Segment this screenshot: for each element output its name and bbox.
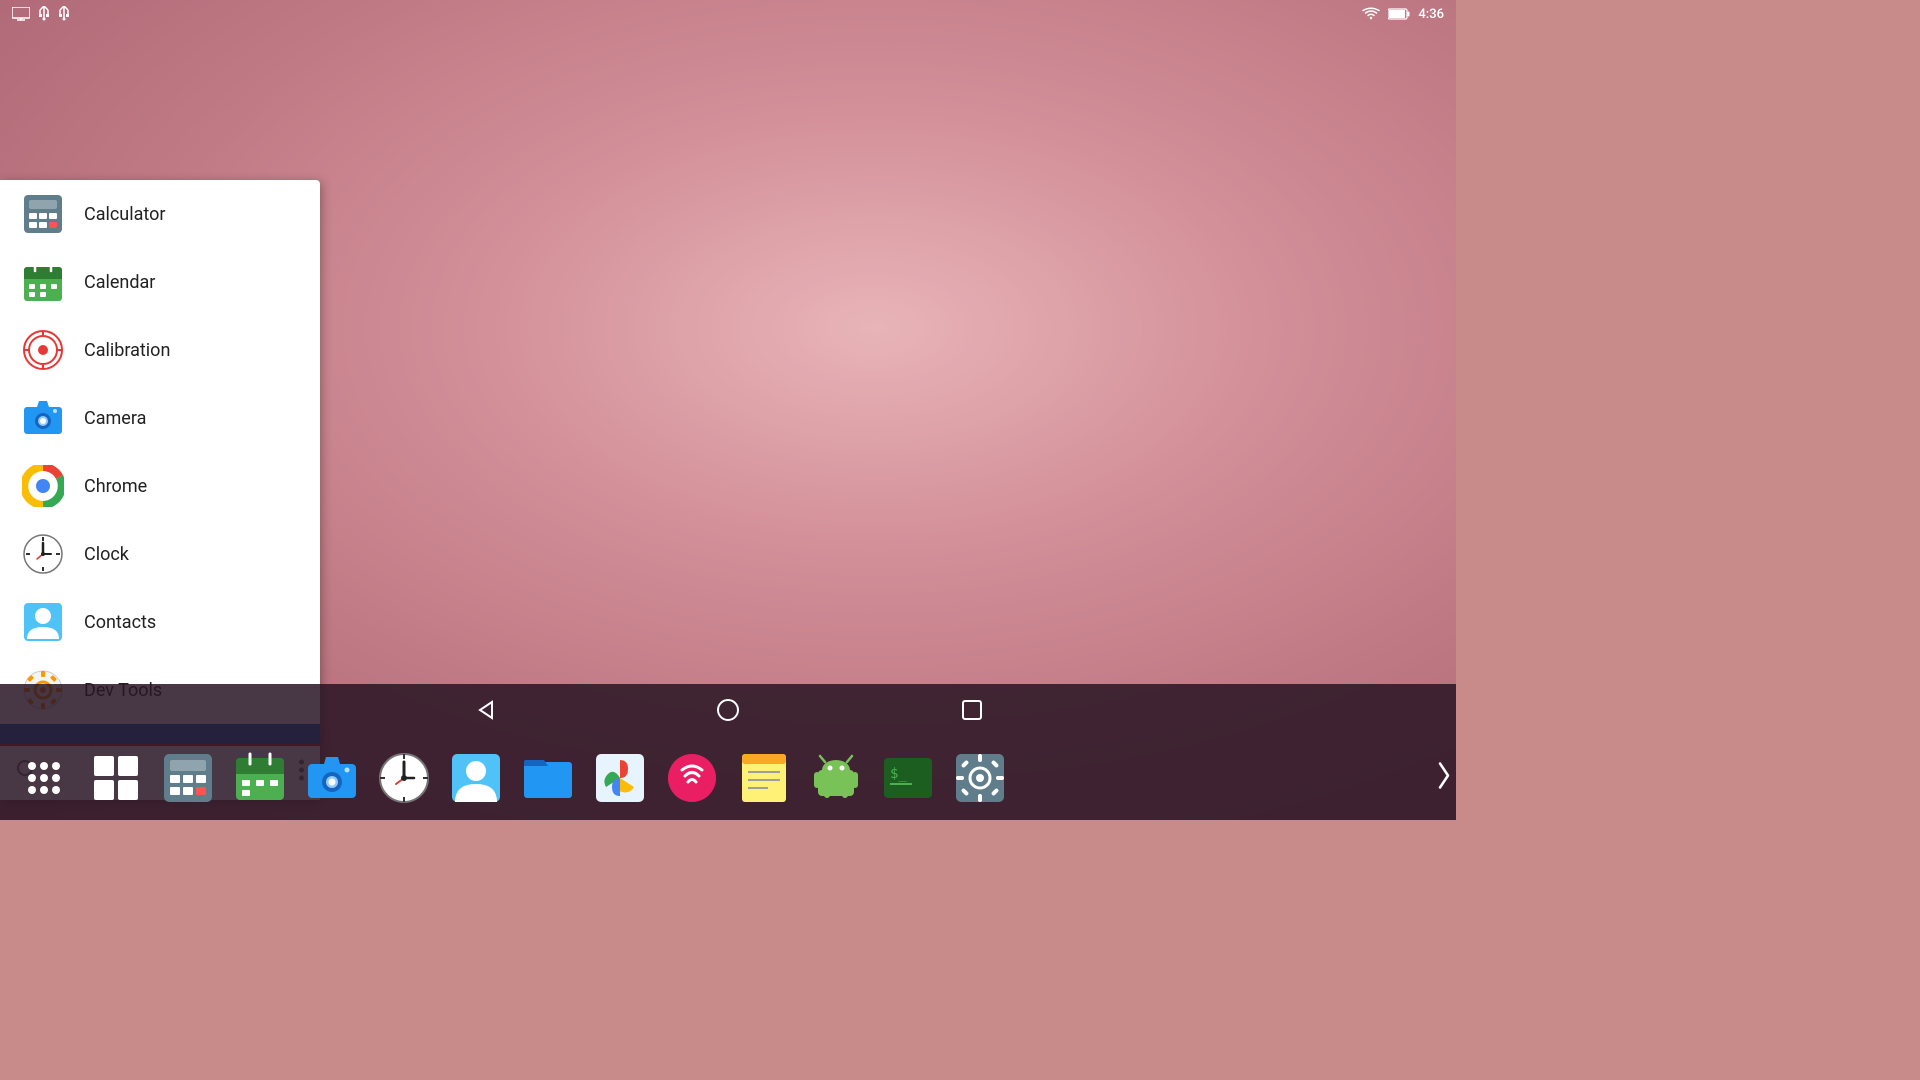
taskbar-music-icon [666,752,718,804]
chrome-label: Chrome [84,476,147,497]
status-bar-left [12,6,70,22]
calibration-icon-wrapper [20,327,66,373]
taskbar-photos[interactable] [584,742,656,814]
calculator-icon-wrapper [20,191,66,237]
taskbar-contacts-icon [450,752,502,804]
app-list-item-chrome[interactable]: Chrome [0,452,320,520]
calculator-icon [22,193,64,235]
calibration-icon [22,329,64,371]
usb-icon-1 [38,6,50,22]
taskbar-terminal-icon: $_ [882,752,934,804]
camera-icon [22,397,64,439]
chrome-icon-wrapper [20,463,66,509]
taskbar-settings-icon [954,752,1006,804]
clock-icon-wrapper [20,531,66,577]
battery-icon [1388,8,1410,20]
recents-button[interactable] [950,688,994,732]
clock-label: Clock [84,544,129,565]
calendar-icon [22,261,64,303]
taskbar-files-icon [522,752,574,804]
app-list-items: Calculator Calendar [0,180,320,744]
taskbar-notes[interactable] [728,742,800,814]
taskbar-calendar[interactable] [224,742,296,814]
back-button[interactable] [462,688,506,732]
taskbar-android[interactable] [800,742,872,814]
taskbar-grid-view[interactable] [80,742,152,814]
app-list-item-contacts[interactable]: Contacts [0,588,320,656]
nav-bar [0,684,1456,736]
app-list-item-calculator[interactable]: Calculator [0,180,320,248]
app-list-item-camera[interactable]: Camera [0,384,320,452]
taskbar: $_ [0,736,1456,820]
taskbar-photos-icon [594,752,646,804]
contacts-icon-wrapper [20,599,66,645]
taskbar-app-drawer[interactable] [8,742,80,814]
screen-icon [12,7,30,21]
camera-icon-wrapper [20,395,66,441]
chrome-icon [22,465,64,507]
app-list-item-calendar[interactable]: Calendar [0,248,320,316]
grid-view-icon [90,752,142,804]
taskbar-clock[interactable] [368,742,440,814]
calendar-icon-wrapper [20,259,66,305]
calibration-label: Calibration [84,340,170,361]
taskbar-contacts[interactable] [440,742,512,814]
usb-icon-2 [58,6,70,22]
taskbar-calculator-icon [162,752,214,804]
taskbar-camera[interactable] [296,742,368,814]
clock-icon [22,533,64,575]
taskbar-calculator[interactable] [152,742,224,814]
taskbar-settings[interactable] [944,742,1016,814]
home-button[interactable] [706,688,750,732]
svg-text:$_: $_ [890,766,907,782]
taskbar-notes-icon [738,752,790,804]
app-list-item-calibration[interactable]: Calibration [0,316,320,384]
status-bar: 4:36 [0,0,1456,28]
status-bar-right: 4:36 [1362,7,1444,22]
taskbar-camera-icon [306,752,358,804]
contacts-icon [22,601,64,643]
taskbar-terminal[interactable]: $_ [872,742,944,814]
app-list-item-clock[interactable]: Clock [0,520,320,588]
calculator-label: Calculator [84,204,165,225]
calendar-label: Calendar [84,272,155,293]
camera-label: Camera [84,408,146,429]
contacts-label: Contacts [84,612,156,633]
taskbar-chevron-right[interactable] [1436,762,1452,795]
taskbar-files[interactable] [512,742,584,814]
taskbar-music[interactable] [656,742,728,814]
taskbar-calendar-icon [234,752,286,804]
taskbar-clock-icon [378,752,430,804]
app-drawer-icon [18,752,70,804]
status-time: 4:36 [1418,7,1444,22]
wifi-icon [1362,7,1380,21]
taskbar-android-icon [810,752,862,804]
